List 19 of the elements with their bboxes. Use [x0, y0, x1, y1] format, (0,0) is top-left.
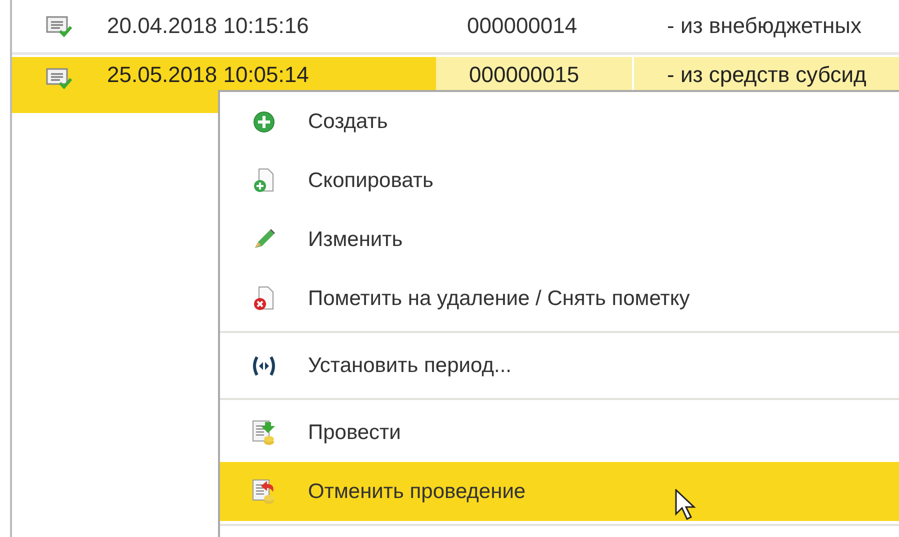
mouse-pointer-icon — [675, 489, 697, 521]
table-cell: - из внебюджетных — [667, 13, 862, 39]
table-cell: - из средств субсид — [667, 62, 866, 87]
table-cell: 25.05.2018 10:05:14 — [107, 62, 309, 87]
menu-item[interactable]: Отменить проведение — [220, 462, 899, 521]
plus-circle-icon — [253, 110, 275, 132]
menu-item[interactable]: Провести — [220, 403, 899, 462]
copy-document-icon — [253, 168, 275, 194]
menu-item[interactable]: Изменить — [220, 210, 899, 269]
table-cell: 000000014 — [467, 13, 578, 39]
menu-item[interactable]: Установить период... — [220, 336, 899, 395]
undo-post-icon — [251, 478, 277, 506]
document-delete-icon — [253, 286, 275, 312]
menu-item[interactable]: Пометить на удаление / Снять пометку — [220, 269, 899, 328]
table-cell: 20.04.2018 10:15:16 — [107, 13, 309, 38]
post-document-icon — [251, 418, 277, 446]
period-icon — [251, 354, 277, 376]
table-cell: 000000015 — [469, 62, 580, 87]
menu-item[interactable]: Скопировать — [220, 151, 899, 210]
